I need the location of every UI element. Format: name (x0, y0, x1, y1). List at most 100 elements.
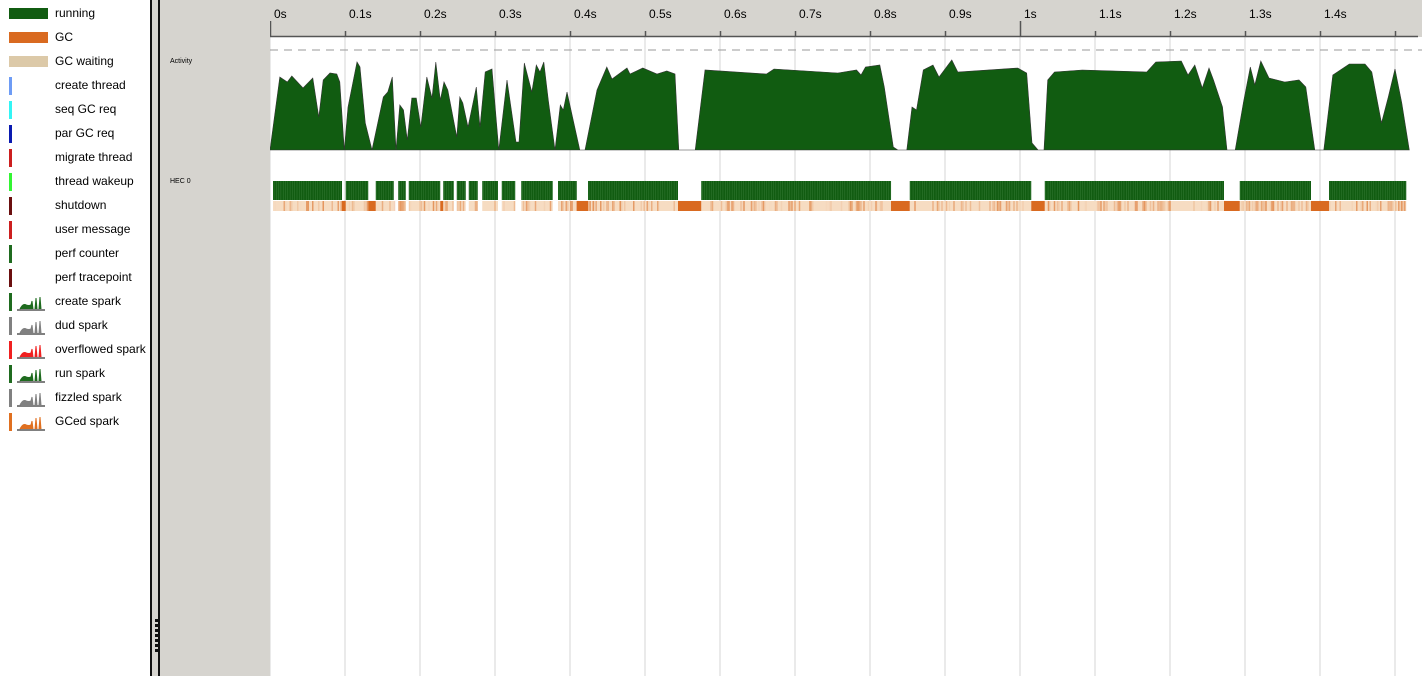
hec-gc-fleck (1067, 201, 1069, 211)
hec-gc-fleck (758, 201, 760, 211)
hec-gc-fleck (1019, 201, 1021, 211)
row-label-activity: Activity (170, 58, 193, 65)
legend-marker (9, 101, 12, 119)
hec-gc-fleck (858, 201, 861, 211)
hec-gc-fleck (860, 201, 862, 211)
hec-gc-fleck (613, 201, 615, 211)
hec-gc-fleck (1369, 201, 1371, 211)
legend-marker (9, 293, 12, 311)
hec-gc-fleck (619, 201, 621, 211)
hec-gc-fleck (340, 201, 342, 211)
legend-label: fizzled spark (55, 390, 122, 404)
hec-gc-fleck (1339, 201, 1341, 211)
hec-gc-fleck (592, 201, 594, 211)
hec-gc-fleck (297, 201, 299, 211)
hec-gc-fleck (1389, 201, 1391, 211)
hec-gc-fleck (750, 201, 753, 211)
hec-gc-fleck (732, 201, 735, 211)
hec-gc-fleck (606, 201, 608, 211)
hec-gc-fleck (1272, 201, 1275, 211)
hec-gc-fleck (1387, 201, 1389, 211)
hec-gc-fleck (1404, 201, 1406, 211)
hec-gc-fleck (726, 201, 729, 211)
hec-gc-fleck (1097, 201, 1099, 211)
axis-tick-label: 0.6s (724, 7, 747, 21)
hec-gc-fleck (762, 201, 765, 211)
hec-gc-fleck (428, 201, 430, 211)
spark-icon (17, 416, 45, 431)
hec-gc-fleck (1290, 201, 1293, 211)
hec-gc-fleck (1241, 201, 1243, 211)
hec-gc-fleck (365, 201, 367, 211)
legend-item-par-gc-req: par GC req (0, 125, 150, 149)
spark-icon (17, 344, 45, 359)
hec-gc-fleck (651, 201, 653, 211)
hec-gc-fleck (996, 201, 999, 211)
legend-panel: running GC GC waiting create thread seq GC r… (0, 0, 150, 676)
hec-gc-fleck (1193, 201, 1195, 211)
hec-gc-fleck (389, 201, 391, 211)
hec-gc-fleck (953, 201, 955, 211)
hec-gc-fleck (446, 201, 448, 211)
hec-gc-fleck (752, 201, 754, 211)
hec-gc-fleck (1248, 201, 1251, 211)
timeline-view[interactable]: 0s 0.1s 0.2s 0.3s 0.4s 0.5s 0.6s 0.7s 0.8s 0.9s 1s… (270, 0, 1422, 676)
hec-gc-fleck (1262, 201, 1264, 211)
hec-gc-fleck (992, 201, 994, 211)
legend-label: GC (55, 30, 73, 44)
hec-gc-fleck (862, 201, 864, 211)
activity-graph (270, 59, 1410, 151)
hec-gc-fleck (456, 201, 459, 211)
hec-gc-fleck (1134, 201, 1137, 211)
hec-gc-fleck (851, 201, 853, 211)
axis-tick-label: 0.2s (424, 7, 447, 21)
hec-gc-fleck (1305, 201, 1308, 211)
legend-label: overflowed spark (55, 342, 146, 356)
legend-marker (9, 125, 12, 143)
hec-gc-fleck (673, 201, 675, 211)
legend-item-user-message: user message (0, 221, 150, 245)
hec-gc-fleck (914, 201, 916, 211)
hec-gc-fleck (534, 201, 537, 211)
legend-item-running: running (0, 5, 150, 29)
hec-gc-fleck (1254, 201, 1257, 211)
hec-gc-fleck (728, 201, 730, 211)
hec-gc-fleck (1049, 201, 1051, 211)
hec-gc-fleck (810, 201, 813, 211)
hec-gc-fleck (960, 201, 963, 211)
hec-gc-fleck (677, 201, 679, 211)
hec-gc-fleck (1154, 201, 1156, 211)
legend-item-fizzled-spark: fizzled spark (0, 389, 150, 413)
axis-tick-label: 0s (274, 7, 287, 21)
hec-gc-fleck (1251, 201, 1254, 211)
hec-gc-fleck (812, 201, 814, 211)
legend-item-overflowed-spark: overflowed spark (0, 341, 150, 365)
hec-gc-fleck (1263, 201, 1266, 211)
hec-gc-fleck (1119, 201, 1122, 211)
hec-gc-fleck (381, 201, 384, 211)
hec-gc-fleck (462, 201, 465, 211)
hec-gc-fleck (348, 201, 351, 211)
hec-gc-fleck (659, 201, 661, 211)
legend-item-thread-wakeup: thread wakeup (0, 173, 150, 197)
legend-label: dud spark (55, 318, 108, 332)
legend-label: par GC req (55, 126, 115, 140)
hec-gc-fleck (432, 201, 435, 211)
hec-gc-fleck (1398, 201, 1400, 211)
hec-gc-fleck (1151, 201, 1153, 211)
hec-gc-fleck (1390, 201, 1392, 211)
hec-gc-bar (1031, 201, 1045, 211)
hec-gc-fleck (826, 201, 828, 211)
hec-gc-fleck (788, 201, 790, 211)
hec-gc-fleck (1022, 201, 1024, 211)
hec-gc-fleck (1362, 201, 1364, 211)
hec-gc-fleck (962, 201, 964, 211)
hec-gc-fleck (1116, 201, 1119, 211)
hec-gc-fleck (948, 201, 951, 211)
hec-gc-fleck (989, 201, 991, 211)
hec-running-bar (588, 181, 678, 200)
hec-gc-fleck (1377, 201, 1379, 211)
hec-gc-fleck (1098, 201, 1101, 211)
legend-item-perf-counter: perf counter (0, 245, 150, 269)
hec-gc-fleck (932, 201, 934, 211)
